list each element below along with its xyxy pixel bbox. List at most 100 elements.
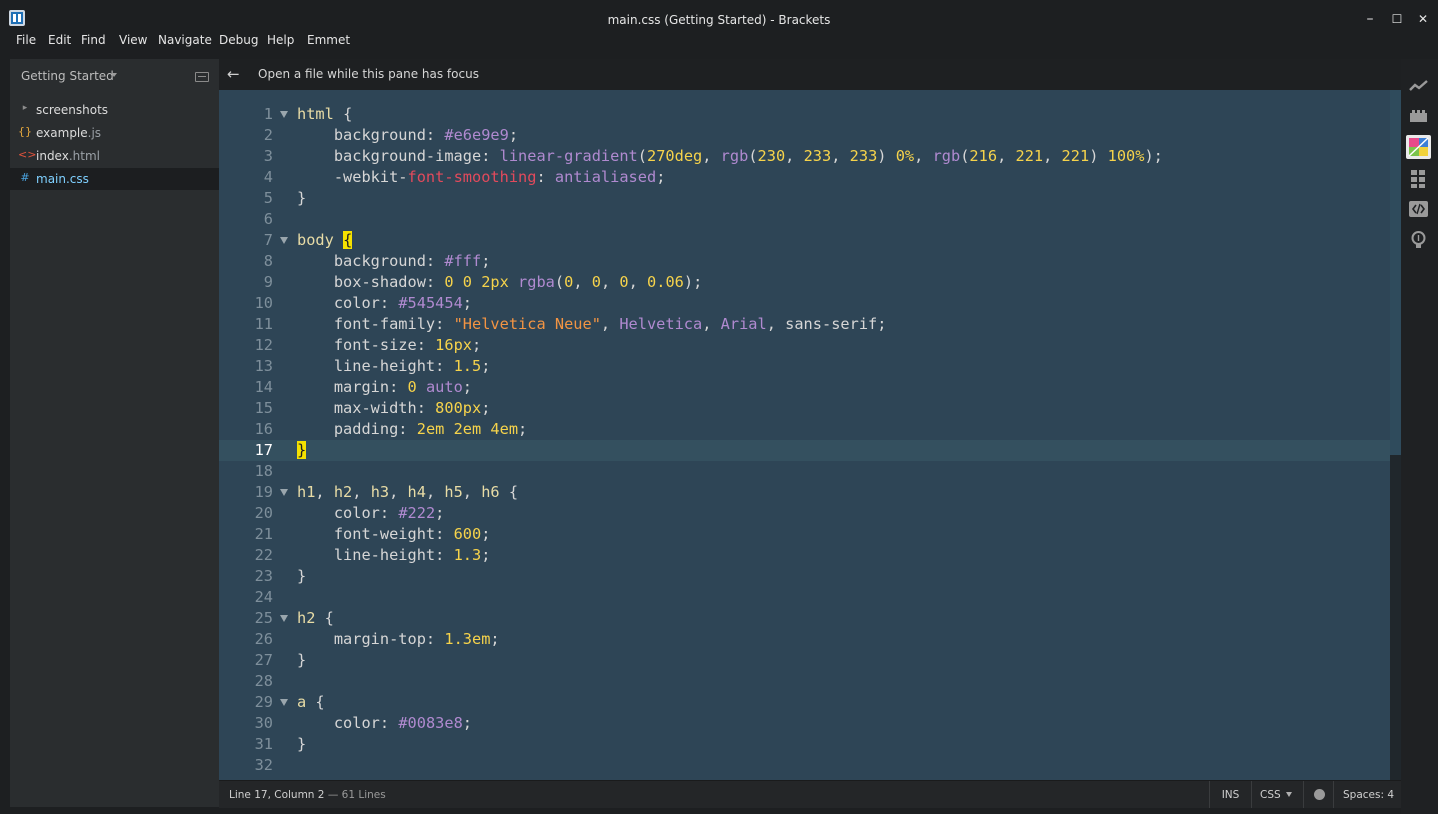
line-number: 27 [254,651,273,669]
color-picker-icon[interactable] [1406,135,1431,159]
line-number: 18 [254,462,273,480]
window-title: main.css (Getting Started) - Brackets [607,13,831,27]
fold-arrow-icon[interactable] [280,489,288,496]
code-line[interactable]: 27} [219,650,1390,671]
matching-bracket: } [297,441,307,459]
code-line[interactable]: 6 [219,209,1390,230]
code-line[interactable]: 1 html { [219,104,1390,125]
menu-edit[interactable]: Edit [48,33,71,47]
code-text: } [297,651,307,669]
code-line[interactable]: 3 background-image: linear-gradient(270d… [219,146,1390,167]
line-number: 25 [254,609,273,627]
file-tree-item-screenshots[interactable]: ▸ screenshots [10,99,219,121]
insert-mode-label: INS [1221,789,1240,801]
code-editor[interactable]: 1 html { 2 background: #e6e9e9; 3 backgro… [219,90,1390,780]
file-tree-item-main-css[interactable]: # main.css [10,168,219,190]
chevron-down-icon[interactable] [111,73,117,77]
menu-view[interactable]: View [119,33,147,47]
language-dropdown[interactable]: CSS [1251,781,1303,808]
maximize-button[interactable]: ☐ [1385,9,1409,29]
code-line[interactable]: 11 font-family: "Helvetica Neue", Helvet… [219,314,1390,335]
menu-emmet[interactable]: Emmet [307,33,350,47]
grid-icon[interactable] [1406,166,1431,190]
code-line[interactable]: 18 [219,461,1390,482]
right-toolbar [1401,59,1438,814]
code-line[interactable]: 26 margin-top: 1.3em; [219,629,1390,650]
code-line[interactable]: 12 font-size: 16px; [219,335,1390,356]
menu-help[interactable]: Help [267,33,294,47]
file-tree-item-index-html[interactable]: <> index.html [10,145,219,167]
line-number: 19 [254,483,273,501]
code-line[interactable]: 19 h1, h2, h3, h4, h5, h6 { [219,482,1390,503]
code-line[interactable]: 5} [219,188,1390,209]
code-line[interactable]: 13 line-height: 1.5; [219,356,1390,377]
code-icon[interactable] [1406,197,1431,221]
code-line[interactable]: 23} [219,566,1390,587]
line-number: 29 [254,693,273,711]
pane-header: ← Open a file while this pane has focus [219,59,1401,90]
code-line[interactable]: 17} [219,440,1390,461]
code-line[interactable]: 24 [219,587,1390,608]
code-text: html { [297,105,353,123]
code-line[interactable]: 22 line-height: 1.3; [219,545,1390,566]
code-line[interactable]: 14 margin: 0 auto; [219,377,1390,398]
code-line[interactable]: 8 background: #fff; [219,251,1390,272]
code-line[interactable]: 31} [219,734,1390,755]
menu-debug[interactable]: Debug [219,33,258,47]
scrollbar-thumb[interactable] [1390,90,1401,455]
line-number: 21 [254,525,273,543]
file-name: example [36,126,88,140]
lint-status-icon [1314,789,1325,800]
project-dropdown[interactable]: Getting Started [21,69,114,83]
code-line[interactable]: 4 -webkit-font-smoothing: antialiased; [219,167,1390,188]
code-text: } [297,440,307,461]
cursor-position: Line 17, Column 2 — 61 Lines [229,789,386,801]
line-number: 28 [254,672,273,690]
line-number: 12 [254,336,273,354]
indent-setting[interactable]: Spaces: 4 [1333,781,1401,808]
code-line[interactable]: 28 [219,671,1390,692]
menu-find[interactable]: Find [81,33,106,47]
folder-icon: ▸ [22,103,28,113]
split-view-icon[interactable] [195,72,209,82]
code-text: margin: 0 auto; [297,378,472,396]
code-line[interactable]: 32 [219,755,1390,776]
file-tree-item-example-js[interactable]: {} example.js [10,122,219,144]
fold-arrow-icon[interactable] [280,699,288,706]
close-button[interactable]: ✕ [1411,9,1435,29]
line-number: 14 [254,378,273,396]
code-line[interactable]: 7 body { [219,230,1390,251]
file-ext: .js [87,126,102,140]
code-line[interactable]: 9 box-shadow: 0 0 2px rgba(0, 0, 0, 0.06… [219,272,1390,293]
code-line[interactable]: 2 background: #e6e9e9; [219,125,1390,146]
fold-arrow-icon[interactable] [280,111,288,118]
insert-mode-toggle[interactable]: INS [1209,781,1251,808]
code-line[interactable]: 30 color: #0083e8; [219,713,1390,734]
line-number: 6 [263,210,273,228]
chevron-down-icon [1285,792,1292,797]
code-line[interactable]: 16 padding: 2em 2em 4em; [219,419,1390,440]
line-number: 8 [263,252,273,270]
linter-status[interactable] [1303,781,1333,808]
code-line[interactable]: 21 font-weight: 600; [219,524,1390,545]
menu-bar: File Edit Find View Navigate Debug Help … [0,30,1438,52]
code-line[interactable]: 15 max-width: 800px; [219,398,1390,419]
code-text: a { [297,693,325,711]
menu-navigate[interactable]: Navigate [158,33,212,47]
code-line[interactable]: 25 h2 { [219,608,1390,629]
code-line[interactable]: 20 color: #222; [219,503,1390,524]
file-name: screenshots [36,103,109,117]
fold-arrow-icon[interactable] [280,615,288,622]
line-number: 16 [254,420,273,438]
code-text: color: #222; [297,504,445,522]
menu-file[interactable]: File [16,33,36,47]
code-line[interactable]: 10 color: #545454; [219,293,1390,314]
extension-manager-icon[interactable] [1406,104,1431,128]
lightbulb-icon[interactable] [1406,228,1431,252]
code-line[interactable]: 29 a { [219,692,1390,713]
line-count: — 61 Lines [327,789,386,801]
minimize-button[interactable]: – [1358,9,1382,29]
back-arrow-icon[interactable]: ← [227,65,240,83]
fold-arrow-icon[interactable] [280,237,288,244]
live-preview-icon[interactable] [1406,74,1431,98]
